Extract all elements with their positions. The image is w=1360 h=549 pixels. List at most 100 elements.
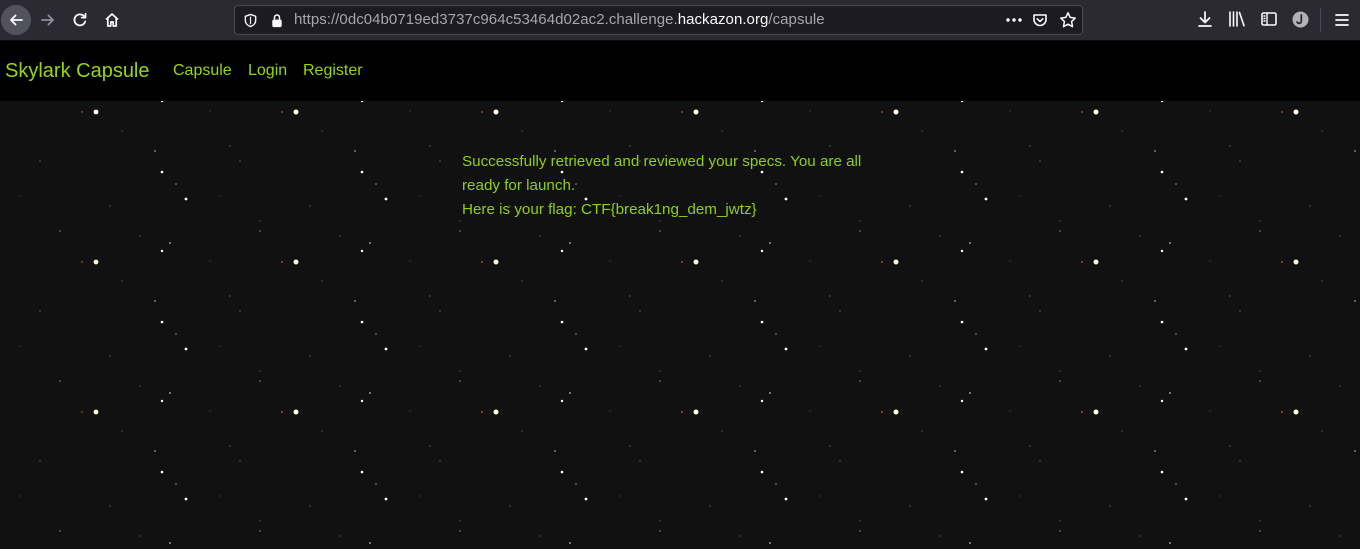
pocket-icon[interactable]	[1032, 12, 1048, 28]
star	[1160, 320, 1164, 324]
star	[560, 470, 564, 474]
star	[619, 345, 621, 347]
star-icon[interactable]	[1059, 11, 1077, 29]
star	[1139, 535, 1141, 537]
star	[721, 280, 723, 282]
url-bar[interactable]: https://0dc04b0719ed3737c964c53464d02ac2…	[234, 5, 1083, 35]
library-icon[interactable]	[1228, 10, 1246, 28]
star	[1321, 280, 1323, 282]
lock-icon[interactable]	[270, 13, 284, 28]
star	[39, 310, 41, 312]
star	[1259, 220, 1261, 222]
star	[409, 260, 411, 262]
star	[969, 242, 971, 244]
star	[321, 430, 323, 432]
star	[939, 385, 941, 387]
star	[881, 111, 883, 113]
more-dots-icon[interactable]	[1005, 12, 1023, 28]
star	[560, 399, 564, 403]
star	[59, 230, 61, 232]
star	[154, 300, 156, 302]
download-icon[interactable]	[1197, 10, 1213, 28]
account-icon[interactable]	[1292, 11, 1309, 28]
star	[809, 110, 811, 112]
star	[521, 130, 523, 132]
star	[354, 450, 356, 452]
star	[554, 450, 556, 452]
star	[1259, 370, 1261, 372]
star	[560, 101, 564, 103]
star	[1321, 130, 1323, 132]
reload-button[interactable]	[65, 5, 95, 35]
back-button[interactable]	[1, 5, 31, 35]
star	[721, 130, 723, 132]
star	[709, 355, 711, 357]
star	[693, 109, 699, 115]
star	[109, 205, 111, 207]
star	[139, 385, 141, 387]
star	[493, 409, 499, 415]
star	[493, 259, 499, 265]
star	[659, 530, 661, 532]
hamburger-menu-icon[interactable]	[1334, 12, 1350, 28]
star	[493, 109, 499, 115]
star	[209, 260, 211, 262]
star	[160, 320, 164, 324]
browser-toolbar: https://0dc04b0719ed3737c964c53464d02ac2…	[0, 0, 1360, 41]
star	[681, 111, 683, 113]
star	[369, 242, 371, 244]
star	[19, 495, 21, 497]
star	[93, 109, 99, 115]
star	[39, 160, 41, 162]
star	[1239, 460, 1241, 462]
star	[629, 295, 631, 297]
star	[969, 542, 971, 544]
star	[1229, 445, 1231, 447]
site-navbar: Skylark Capsule Capsule Login Register	[0, 41, 1360, 101]
star	[839, 310, 841, 312]
star	[481, 261, 483, 263]
star	[154, 150, 156, 152]
nav-login-link[interactable]: Login	[248, 41, 287, 101]
star	[659, 520, 661, 522]
star	[1281, 261, 1283, 263]
star	[921, 430, 923, 432]
star	[629, 145, 631, 147]
star	[239, 460, 241, 462]
star	[81, 111, 83, 113]
nav-capsule-link[interactable]: Capsule	[173, 41, 232, 101]
star	[893, 259, 899, 265]
star	[1154, 300, 1156, 302]
star	[1019, 495, 1021, 497]
star	[360, 470, 364, 474]
star	[354, 300, 356, 302]
star	[375, 183, 377, 185]
star	[881, 261, 883, 263]
brand-link[interactable]: Skylark Capsule	[5, 41, 150, 101]
nav-register-link[interactable]: Register	[303, 41, 363, 101]
star	[375, 483, 377, 485]
star	[760, 320, 764, 324]
star	[354, 150, 356, 152]
star	[775, 333, 777, 335]
sidebar-icon[interactable]	[1260, 10, 1278, 28]
forward-button[interactable]	[33, 5, 63, 35]
star	[584, 497, 588, 501]
url-text[interactable]: https://0dc04b0719ed3737c964c53464d02ac2…	[294, 6, 825, 34]
star	[121, 430, 123, 432]
star	[1019, 195, 1021, 197]
star	[839, 460, 841, 462]
star	[609, 110, 611, 112]
star	[784, 497, 788, 501]
home-button[interactable]	[97, 5, 127, 35]
star	[1121, 280, 1123, 282]
star	[293, 409, 299, 415]
star	[169, 392, 171, 394]
flag-text: Here is your flag: CTF{break1ng_dem_jwtz…	[462, 201, 757, 218]
shield-icon[interactable]	[243, 13, 258, 28]
star	[760, 101, 764, 103]
star	[939, 235, 941, 237]
star	[360, 101, 364, 103]
star	[1154, 450, 1156, 452]
star	[1209, 410, 1211, 412]
